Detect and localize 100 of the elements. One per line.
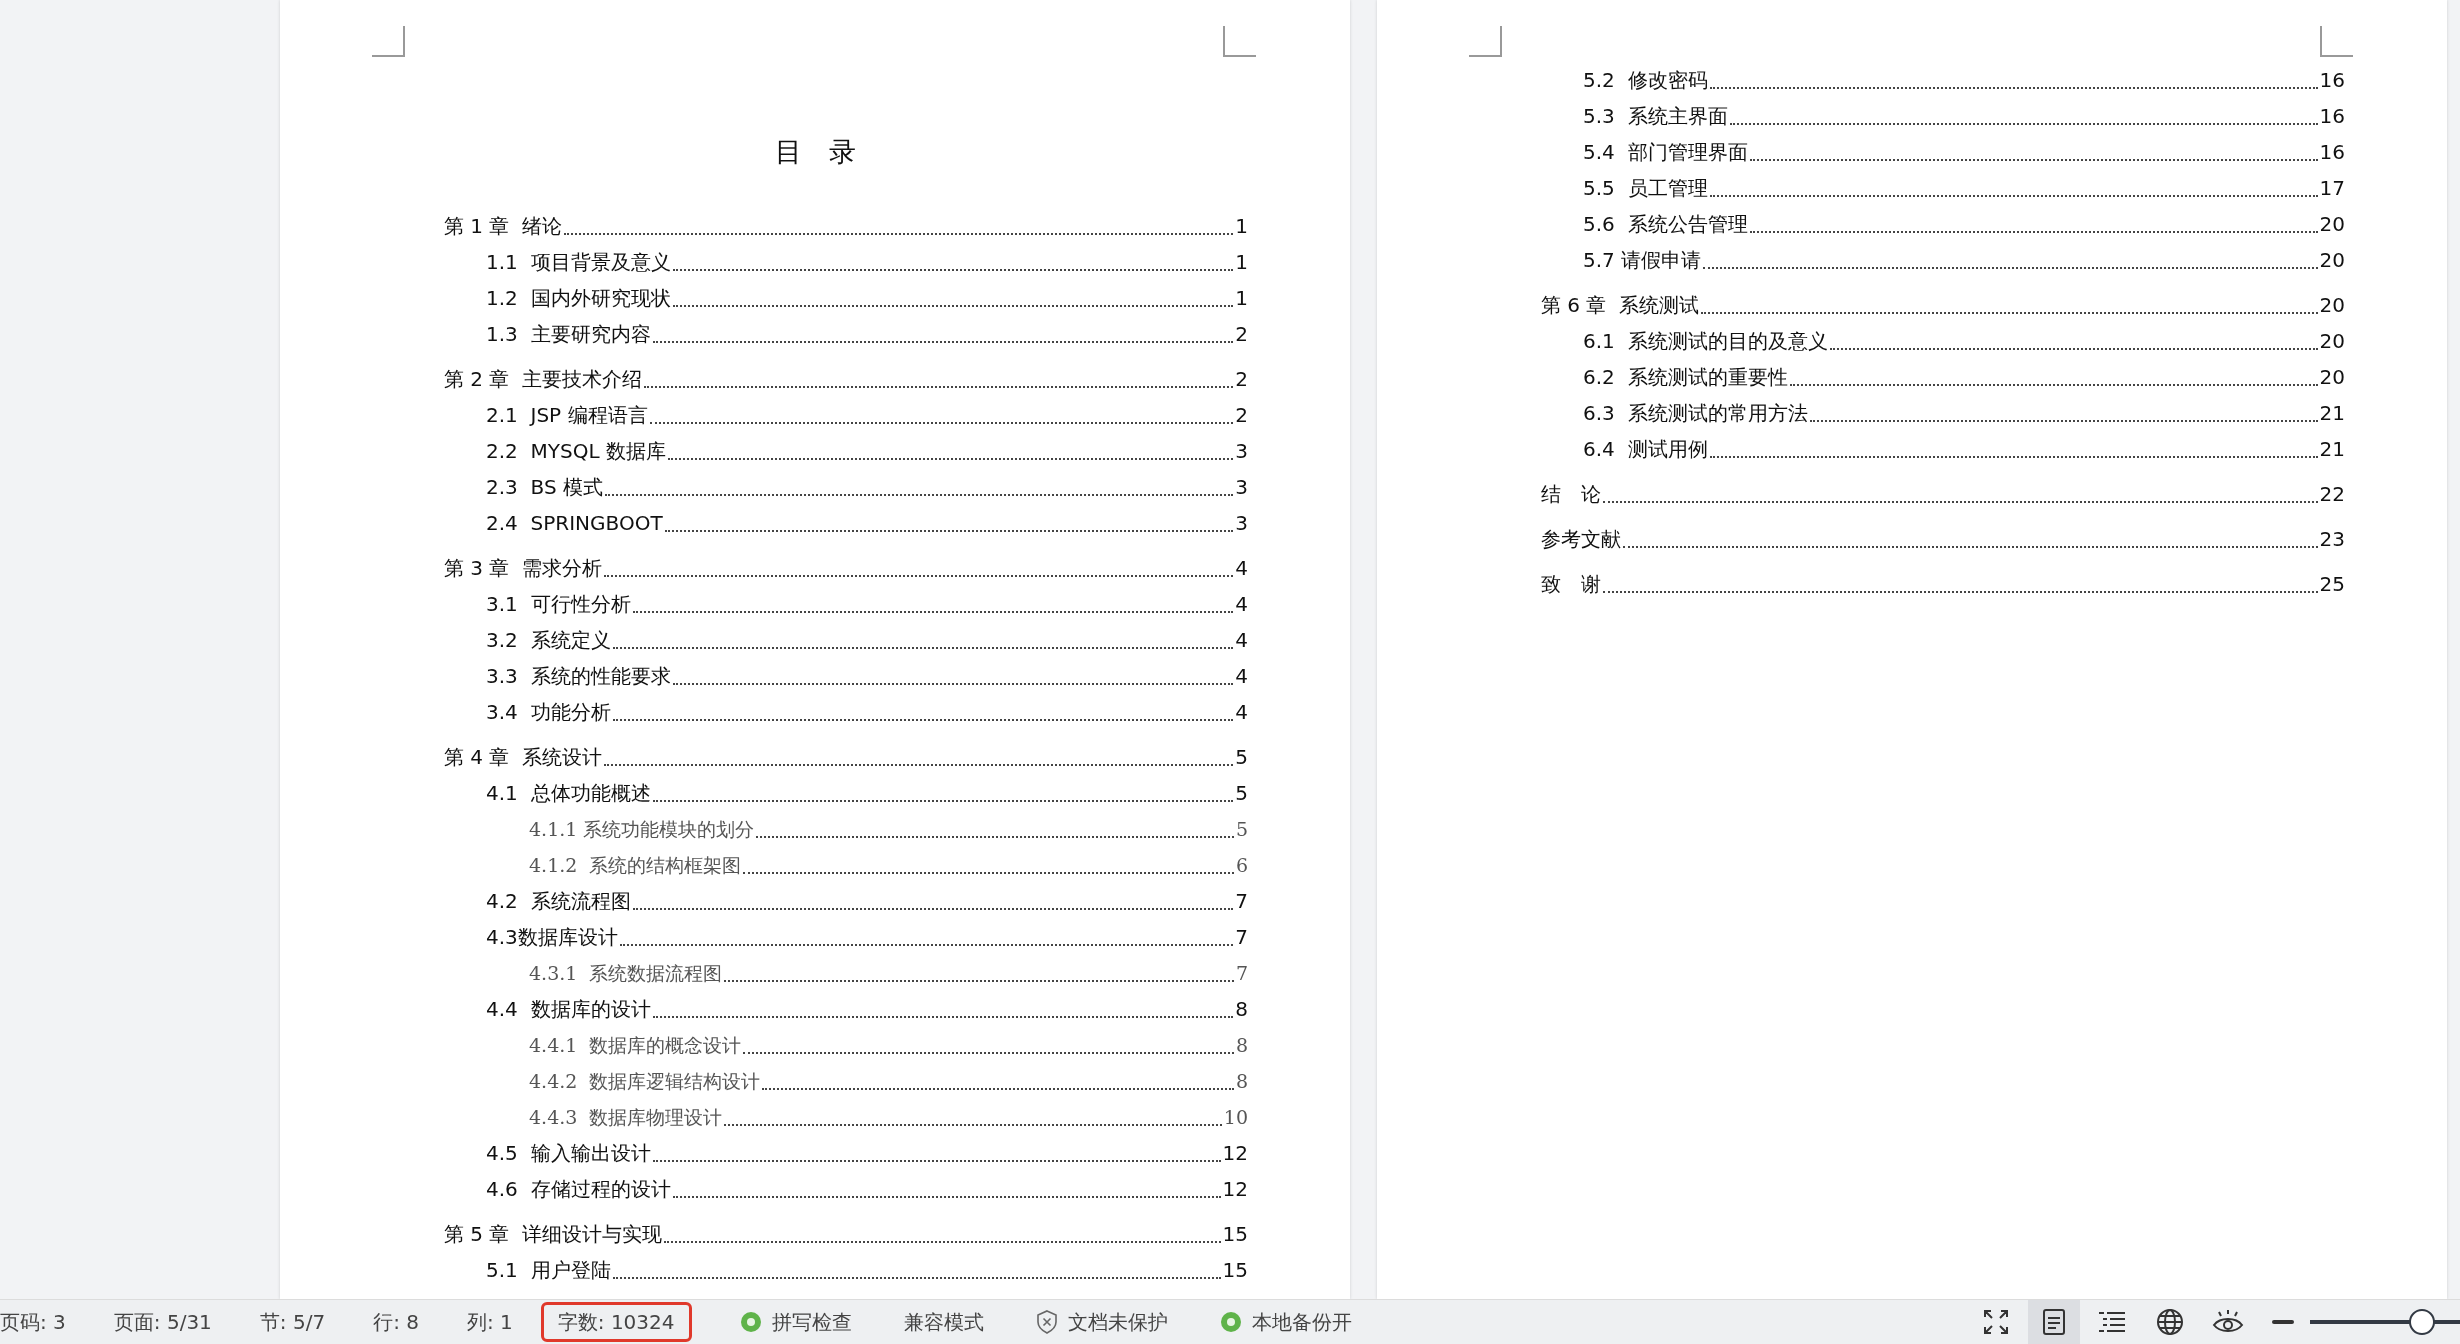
page-number: 4 [1235, 699, 1248, 726]
toc-entry[interactable]: 2.3 BS 模式 [486, 469, 603, 505]
page-number: 17 [2319, 175, 2345, 202]
page-number: 4 [1235, 663, 1248, 690]
page-number: 8 [1235, 996, 1248, 1023]
page-number: 6 [1235, 853, 1248, 878]
toc-entry[interactable]: 结 论 [1541, 476, 1601, 512]
page-number: 3 [1235, 474, 1248, 501]
status-indicator[interactable]: 拼写检查 [771, 1308, 852, 1336]
toc-entry[interactable]: 5.2 修改密码 [1583, 62, 1708, 98]
toc-entry[interactable]: 5.4 部门管理界面 [1583, 134, 1748, 170]
page-number: 2 [1235, 321, 1248, 348]
page-number: 16 [2319, 67, 2345, 94]
toc-entry[interactable]: 4.4.1 数据库的概念设计 [529, 1027, 742, 1063]
toc-entry[interactable]: 6.1 系统测试的目的及意义 [1583, 323, 1828, 359]
page-number: 12 [1222, 1140, 1248, 1167]
zoom-out-icon[interactable] [2272, 1320, 2294, 1324]
page-number: 2 [1235, 402, 1248, 429]
toc-entry[interactable]: 1.1 项目背景及意义 [486, 244, 671, 280]
page-number: 20 [2319, 211, 2345, 238]
toc-entry[interactable]: 3.3 系统的性能要求 [486, 658, 671, 694]
toc-entry[interactable]: 5.7 请假申请 [1583, 242, 1702, 278]
page-number: 5 [1235, 780, 1248, 807]
page-number: 21 [2319, 436, 2345, 463]
page-number: 4 [1235, 555, 1248, 582]
toc-entry[interactable]: 第 3 章 需求分析 [444, 550, 603, 586]
fullscreen-icon [1983, 1309, 2009, 1335]
toc-entry[interactable]: 致 谢 [1541, 566, 1601, 602]
toc-entry[interactable]: 第 6 章 系统测试 [1541, 287, 1700, 323]
toc-entry[interactable]: 4.5 输入输出设计 [486, 1135, 651, 1171]
page-number: 4 [1235, 591, 1248, 618]
toc-entry[interactable]: 3.2 系统定义 [486, 622, 611, 658]
toc-entry[interactable]: 第 1 章 绪论 [444, 208, 563, 244]
view-button[interactable] [2028, 1300, 2080, 1344]
toc-entry[interactable]: 1.3 主要研究内容 [486, 316, 651, 352]
page-number: 1 [1235, 213, 1248, 240]
page-number: 20 [2319, 247, 2345, 274]
toc-entry[interactable]: 参考文献 [1541, 521, 1621, 557]
status-indicator[interactable]: 本地备份开 [1251, 1308, 1352, 1336]
status-field: 页面: 5/31 [113, 1302, 212, 1342]
page-number: 10 [1223, 1105, 1248, 1130]
toc-entry[interactable]: 第 4 章 系统设计 [444, 739, 603, 775]
status-field: 节: 5/7 [259, 1302, 326, 1342]
toc-entry[interactable]: 4.3.1 系统数据流程图 [529, 955, 723, 991]
toc-entry[interactable]: 4.1 总体功能概述 [486, 775, 651, 811]
status-field: 页码: 3 [0, 1302, 66, 1342]
toc-entry[interactable]: 第 2 章 主要技术介绍 [444, 361, 643, 397]
toc-entry[interactable]: 6.4 测试用例 [1583, 431, 1708, 467]
toc-entry[interactable]: 4.4 数据库的设计 [486, 991, 651, 1027]
margin-corner-mark [2319, 26, 2353, 58]
toc-entry[interactable]: 5.5 员工管理 [1583, 170, 1708, 206]
margin-corner-mark [1222, 26, 1256, 58]
status-field: 字数: 10324 [540, 1302, 692, 1342]
toc-entry[interactable]: 4.4.2 数据库逻辑结构设计 [529, 1063, 761, 1099]
page-number: 3 [1235, 438, 1248, 465]
page-number: 8 [1235, 1033, 1248, 1058]
page-number: 7 [1235, 888, 1248, 915]
margin-corner-mark [1469, 26, 1503, 58]
page-number: 2 [1235, 366, 1248, 393]
page-number: 7 [1235, 961, 1248, 986]
page-number: 15 [1222, 1221, 1248, 1248]
toc-entry[interactable]: 3.4 功能分析 [486, 694, 611, 730]
status-field: 行: 8 [373, 1302, 419, 1342]
toc-entry[interactable]: 4.1.1 系统功能模块的划分 [529, 811, 755, 847]
status-indicator[interactable]: 文档未保护 [1067, 1308, 1168, 1336]
margin-corner-mark [372, 26, 406, 58]
status-dot-icon [739, 1311, 762, 1333]
toc-entry[interactable]: 4.6 存储过程的设计 [486, 1171, 671, 1207]
page-number: 20 [2319, 328, 2345, 355]
toc-entry[interactable]: 4.3数据库设计 [486, 919, 618, 955]
toc-entry[interactable]: 6.3 系统测试的常用方法 [1583, 395, 1808, 431]
toc-entry[interactable]: 2.2 MYSQL 数据库 [486, 433, 666, 469]
toc-entry[interactable]: 4.2 系统流程图 [486, 883, 631, 919]
page-number: 3 [1235, 510, 1248, 537]
page-number: 1 [1235, 285, 1248, 312]
toc-entry[interactable]: 5.3 系统主界面 [1583, 98, 1728, 134]
outline-view-icon [2098, 1310, 2126, 1334]
page-number: 25 [2319, 571, 2345, 598]
page-number: 5 [1235, 744, 1248, 771]
status-indicator[interactable]: 兼容模式 [903, 1308, 984, 1336]
toc-entry[interactable]: 5.6 系统公告管理 [1583, 206, 1748, 242]
toc-entry[interactable]: 第 5 章 详细设计与实现 [444, 1216, 663, 1252]
page-number: 4 [1235, 627, 1248, 654]
toc-entry[interactable]: 1.2 国内外研究现状 [486, 280, 671, 316]
page-number: 8 [1235, 1069, 1248, 1094]
toc-entry[interactable]: 5.1 用户登陆 [486, 1252, 611, 1288]
page-number: 16 [2319, 139, 2345, 166]
toc-entry[interactable]: 2.1 JSP 编程语言 [486, 397, 648, 433]
page-number: 23 [2319, 526, 2345, 553]
toc-entry[interactable]: 4.1.2 系统的结构框架图 [529, 847, 742, 883]
toc-entry[interactable]: 4.4.3 数据库物理设计 [529, 1099, 723, 1135]
status-dot-icon [1219, 1311, 1242, 1333]
page-number: 21 [2319, 400, 2345, 427]
page-number: 22 [2319, 481, 2345, 508]
globe-icon [2156, 1308, 2184, 1336]
toc-entry[interactable]: 6.2 系统测试的重要性 [1583, 359, 1788, 395]
page-number: 15 [1222, 1257, 1248, 1284]
toc-entry[interactable]: 3.1 可行性分析 [486, 586, 631, 622]
toc-entry[interactable]: 2.4 SPRINGBOOT [486, 505, 663, 541]
page-number: 5 [1235, 817, 1248, 842]
